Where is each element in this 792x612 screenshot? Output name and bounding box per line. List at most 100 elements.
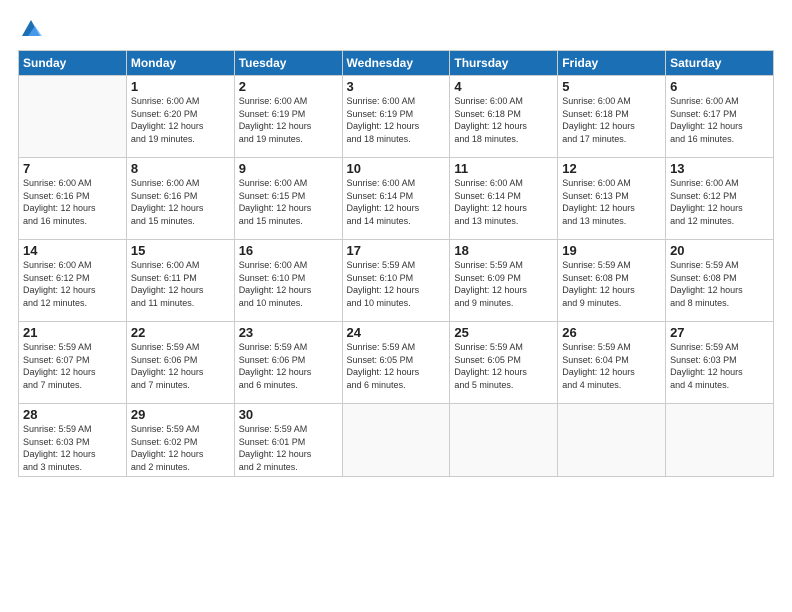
day-cell xyxy=(558,404,666,477)
day-cell: 24Sunrise: 5:59 AMSunset: 6:05 PMDayligh… xyxy=(342,322,450,404)
day-number: 11 xyxy=(454,161,553,176)
page: SundayMondayTuesdayWednesdayThursdayFrid… xyxy=(0,0,792,612)
column-header-friday: Friday xyxy=(558,51,666,76)
column-header-wednesday: Wednesday xyxy=(342,51,450,76)
day-info: Sunrise: 5:59 AMSunset: 6:09 PMDaylight:… xyxy=(454,259,553,309)
header-row: SundayMondayTuesdayWednesdayThursdayFrid… xyxy=(19,51,774,76)
day-number: 8 xyxy=(131,161,230,176)
logo-icon xyxy=(20,18,42,40)
day-info: Sunrise: 5:59 AMSunset: 6:03 PMDaylight:… xyxy=(23,423,122,473)
day-info: Sunrise: 6:00 AMSunset: 6:11 PMDaylight:… xyxy=(131,259,230,309)
day-number: 15 xyxy=(131,243,230,258)
day-cell xyxy=(666,404,774,477)
column-header-monday: Monday xyxy=(126,51,234,76)
day-number: 7 xyxy=(23,161,122,176)
day-number: 2 xyxy=(239,79,338,94)
day-cell: 13Sunrise: 6:00 AMSunset: 6:12 PMDayligh… xyxy=(666,158,774,240)
day-info: Sunrise: 5:59 AMSunset: 6:02 PMDaylight:… xyxy=(131,423,230,473)
day-cell: 7Sunrise: 6:00 AMSunset: 6:16 PMDaylight… xyxy=(19,158,127,240)
day-number: 18 xyxy=(454,243,553,258)
day-info: Sunrise: 5:59 AMSunset: 6:08 PMDaylight:… xyxy=(670,259,769,309)
day-cell: 11Sunrise: 6:00 AMSunset: 6:14 PMDayligh… xyxy=(450,158,558,240)
day-cell: 1Sunrise: 6:00 AMSunset: 6:20 PMDaylight… xyxy=(126,76,234,158)
day-number: 27 xyxy=(670,325,769,340)
day-cell: 27Sunrise: 5:59 AMSunset: 6:03 PMDayligh… xyxy=(666,322,774,404)
day-cell: 17Sunrise: 5:59 AMSunset: 6:10 PMDayligh… xyxy=(342,240,450,322)
day-cell: 20Sunrise: 5:59 AMSunset: 6:08 PMDayligh… xyxy=(666,240,774,322)
column-header-sunday: Sunday xyxy=(19,51,127,76)
day-cell xyxy=(342,404,450,477)
day-number: 20 xyxy=(670,243,769,258)
week-row-4: 21Sunrise: 5:59 AMSunset: 6:07 PMDayligh… xyxy=(19,322,774,404)
day-info: Sunrise: 5:59 AMSunset: 6:03 PMDaylight:… xyxy=(670,341,769,391)
column-header-tuesday: Tuesday xyxy=(234,51,342,76)
day-info: Sunrise: 6:00 AMSunset: 6:15 PMDaylight:… xyxy=(239,177,338,227)
day-info: Sunrise: 6:00 AMSunset: 6:20 PMDaylight:… xyxy=(131,95,230,145)
day-info: Sunrise: 5:59 AMSunset: 6:10 PMDaylight:… xyxy=(347,259,446,309)
week-row-2: 7Sunrise: 6:00 AMSunset: 6:16 PMDaylight… xyxy=(19,158,774,240)
day-cell: 29Sunrise: 5:59 AMSunset: 6:02 PMDayligh… xyxy=(126,404,234,477)
day-number: 28 xyxy=(23,407,122,422)
day-number: 17 xyxy=(347,243,446,258)
day-number: 23 xyxy=(239,325,338,340)
day-number: 9 xyxy=(239,161,338,176)
day-cell: 5Sunrise: 6:00 AMSunset: 6:18 PMDaylight… xyxy=(558,76,666,158)
day-info: Sunrise: 6:00 AMSunset: 6:19 PMDaylight:… xyxy=(239,95,338,145)
logo xyxy=(18,18,42,40)
day-cell: 26Sunrise: 5:59 AMSunset: 6:04 PMDayligh… xyxy=(558,322,666,404)
day-info: Sunrise: 6:00 AMSunset: 6:16 PMDaylight:… xyxy=(131,177,230,227)
day-info: Sunrise: 6:00 AMSunset: 6:13 PMDaylight:… xyxy=(562,177,661,227)
day-number: 1 xyxy=(131,79,230,94)
week-row-1: 1Sunrise: 6:00 AMSunset: 6:20 PMDaylight… xyxy=(19,76,774,158)
day-cell: 15Sunrise: 6:00 AMSunset: 6:11 PMDayligh… xyxy=(126,240,234,322)
day-number: 16 xyxy=(239,243,338,258)
day-cell: 14Sunrise: 6:00 AMSunset: 6:12 PMDayligh… xyxy=(19,240,127,322)
day-number: 3 xyxy=(347,79,446,94)
day-number: 30 xyxy=(239,407,338,422)
day-info: Sunrise: 6:00 AMSunset: 6:17 PMDaylight:… xyxy=(670,95,769,145)
column-header-saturday: Saturday xyxy=(666,51,774,76)
day-cell: 12Sunrise: 6:00 AMSunset: 6:13 PMDayligh… xyxy=(558,158,666,240)
day-info: Sunrise: 6:00 AMSunset: 6:18 PMDaylight:… xyxy=(454,95,553,145)
day-cell: 2Sunrise: 6:00 AMSunset: 6:19 PMDaylight… xyxy=(234,76,342,158)
day-number: 14 xyxy=(23,243,122,258)
day-cell: 21Sunrise: 5:59 AMSunset: 6:07 PMDayligh… xyxy=(19,322,127,404)
day-info: Sunrise: 5:59 AMSunset: 6:04 PMDaylight:… xyxy=(562,341,661,391)
day-cell: 30Sunrise: 5:59 AMSunset: 6:01 PMDayligh… xyxy=(234,404,342,477)
day-number: 29 xyxy=(131,407,230,422)
day-cell: 23Sunrise: 5:59 AMSunset: 6:06 PMDayligh… xyxy=(234,322,342,404)
day-info: Sunrise: 6:00 AMSunset: 6:19 PMDaylight:… xyxy=(347,95,446,145)
day-cell: 3Sunrise: 6:00 AMSunset: 6:19 PMDaylight… xyxy=(342,76,450,158)
day-number: 25 xyxy=(454,325,553,340)
header xyxy=(18,18,774,40)
day-cell: 25Sunrise: 5:59 AMSunset: 6:05 PMDayligh… xyxy=(450,322,558,404)
day-cell: 8Sunrise: 6:00 AMSunset: 6:16 PMDaylight… xyxy=(126,158,234,240)
day-cell: 4Sunrise: 6:00 AMSunset: 6:18 PMDaylight… xyxy=(450,76,558,158)
day-cell: 18Sunrise: 5:59 AMSunset: 6:09 PMDayligh… xyxy=(450,240,558,322)
day-number: 10 xyxy=(347,161,446,176)
day-number: 21 xyxy=(23,325,122,340)
day-info: Sunrise: 6:00 AMSunset: 6:14 PMDaylight:… xyxy=(454,177,553,227)
day-info: Sunrise: 5:59 AMSunset: 6:06 PMDaylight:… xyxy=(239,341,338,391)
day-info: Sunrise: 6:00 AMSunset: 6:12 PMDaylight:… xyxy=(23,259,122,309)
day-number: 4 xyxy=(454,79,553,94)
day-number: 6 xyxy=(670,79,769,94)
day-info: Sunrise: 5:59 AMSunset: 6:07 PMDaylight:… xyxy=(23,341,122,391)
day-cell: 28Sunrise: 5:59 AMSunset: 6:03 PMDayligh… xyxy=(19,404,127,477)
calendar-table: SundayMondayTuesdayWednesdayThursdayFrid… xyxy=(18,50,774,477)
week-row-5: 28Sunrise: 5:59 AMSunset: 6:03 PMDayligh… xyxy=(19,404,774,477)
day-number: 5 xyxy=(562,79,661,94)
week-row-3: 14Sunrise: 6:00 AMSunset: 6:12 PMDayligh… xyxy=(19,240,774,322)
day-cell: 6Sunrise: 6:00 AMSunset: 6:17 PMDaylight… xyxy=(666,76,774,158)
day-info: Sunrise: 6:00 AMSunset: 6:10 PMDaylight:… xyxy=(239,259,338,309)
day-number: 12 xyxy=(562,161,661,176)
day-info: Sunrise: 5:59 AMSunset: 6:01 PMDaylight:… xyxy=(239,423,338,473)
day-number: 24 xyxy=(347,325,446,340)
day-number: 19 xyxy=(562,243,661,258)
day-info: Sunrise: 6:00 AMSunset: 6:16 PMDaylight:… xyxy=(23,177,122,227)
day-number: 13 xyxy=(670,161,769,176)
day-info: Sunrise: 6:00 AMSunset: 6:14 PMDaylight:… xyxy=(347,177,446,227)
day-info: Sunrise: 6:00 AMSunset: 6:12 PMDaylight:… xyxy=(670,177,769,227)
day-cell: 10Sunrise: 6:00 AMSunset: 6:14 PMDayligh… xyxy=(342,158,450,240)
day-cell: 9Sunrise: 6:00 AMSunset: 6:15 PMDaylight… xyxy=(234,158,342,240)
